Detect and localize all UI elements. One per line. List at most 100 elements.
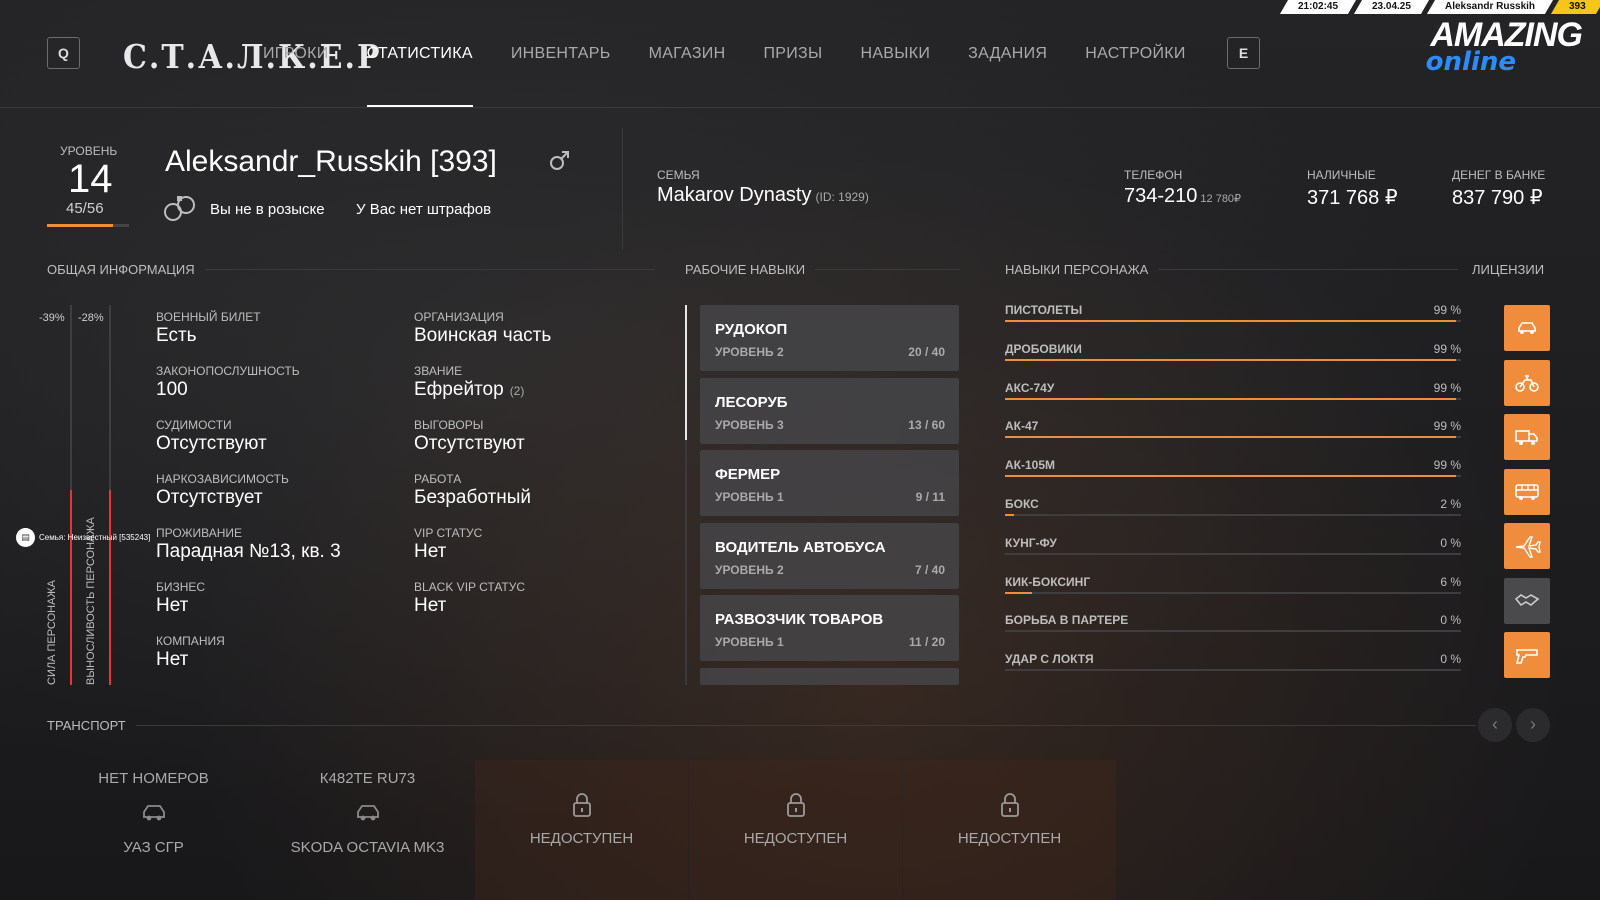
skill-progress-bar [1005, 514, 1461, 516]
nav-tab[interactable]: ПРИЗЫ [763, 45, 822, 63]
lock-icon [1000, 793, 1019, 817]
bank-stat: ДЕНЕГ В БАНКЕ 837 790 ₽ [1452, 168, 1546, 209]
fines-status: У Вас нет штрафов [356, 201, 492, 218]
nav-tab[interactable]: СТАТИСТИКА [366, 45, 474, 107]
transport-next-button[interactable]: › [1516, 708, 1550, 742]
user-id: 393 [1551, 0, 1600, 14]
character-skill: УДАР С ЛОКТЯ 0 % [1005, 652, 1461, 672]
character-skill: БОРЬБА В ПАРТЕРЕ 0 % [1005, 613, 1461, 633]
skill-name: ДРОБОВИКИ [1005, 341, 1082, 356]
work-skill-card[interactable]: РУДОКОП УРОВЕНЬ 2 20 / 40 [700, 305, 959, 371]
transport-slot-locked[interactable]: НЕДОСТУПЕН [903, 760, 1116, 900]
stamina-gauge [109, 305, 111, 685]
skill-progress-bar [1005, 630, 1461, 633]
skill-name: АК-105М [1005, 458, 1056, 473]
info-field: ЗВАНИЕ Ефрейтор (2) [414, 364, 524, 401]
nav-tab[interactable]: НАСТРОЙКИ [1085, 45, 1185, 63]
lock-icon [786, 793, 805, 817]
stamina-percent: -28% [78, 312, 104, 324]
work-skill-progress: 7 / 40 [914, 562, 945, 577]
skill-progress-fill [1005, 320, 1457, 322]
brand-logo: AMAZING online [1425, 16, 1583, 77]
work-skill-card[interactable] [700, 668, 959, 685]
character-skill: АК-105М 99 % [1005, 458, 1461, 478]
clock: 21:02:45 [1280, 0, 1357, 14]
nav-tab[interactable]: ИНВЕНТАРЬ [511, 45, 611, 63]
license-badge[interactable] [1504, 577, 1550, 624]
skill-progress-fill [1005, 436, 1457, 439]
info-label: РАБОТА [414, 472, 462, 486]
family-name: Makarov Dynasty (ID: 1929) [657, 184, 869, 206]
player-name: Aleksandr_Russkih [393] [165, 145, 497, 178]
info-value: Есть [156, 325, 197, 346]
work-skill-level: УРОВЕНЬ 2 [715, 562, 784, 577]
info-field: BLACK VIP СТАТУС Нет [414, 580, 525, 617]
skill-name: АК-47 [1005, 419, 1039, 434]
wanted-status: Вы не в розыске [210, 201, 325, 218]
nav-tab[interactable]: ИГРОКИ [263, 45, 329, 63]
status-strip: 21:02:45 23.04.25 Aleksandr Russkih 393 [1278, 0, 1600, 14]
work-skill-progress: 11 / 20 [908, 635, 945, 649]
work-skill-level: УРОВЕНЬ 1 [715, 635, 784, 649]
license-badge[interactable] [1504, 359, 1550, 406]
info-field: VIP СТАТУС Нет [414, 526, 482, 563]
work-skill-card[interactable]: ФЕРМЕР УРОВЕНЬ 1 9 / 11 [700, 450, 959, 516]
character-skill: АК-47 99 % [1005, 419, 1461, 439]
transport-slot[interactable]: К482ТЕ RU73 SKODA OCTAVIA MK3 [261, 760, 474, 900]
handshake-icon [1514, 593, 1540, 606]
transport-slot-locked[interactable]: НЕДОСТУПЕН [475, 760, 688, 900]
license-badge[interactable] [1504, 305, 1550, 351]
work-skill-name: РУДОКОП [715, 321, 788, 338]
strength-gauge-fill [70, 490, 72, 685]
skill-progress-bar [1005, 552, 1461, 555]
info-label: КОМПАНИЯ [156, 634, 225, 648]
skill-name: КУНГ-ФУ [1005, 535, 1057, 550]
info-label: ОРГАНИЗАЦИЯ [414, 310, 504, 324]
info-field: СУДИМОСТИ Отсутствуют [156, 418, 267, 455]
work-skills-scrollbar[interactable] [685, 305, 687, 440]
skill-progress-bar [1005, 591, 1461, 594]
work-skill-card[interactable]: РАЗВОЗЧИК ТОВАРОВ УРОВЕНЬ 1 11 / 20 [700, 595, 959, 661]
license-badge[interactable] [1504, 414, 1550, 460]
character-skill: ПИСТОЛЕТЫ 99 % [1005, 303, 1461, 322]
character-skill: ДРОБОВИКИ 99 % [1005, 342, 1461, 361]
next-tab-key[interactable]: E [1227, 37, 1260, 69]
info-label: VIP СТАТУС [414, 526, 483, 540]
strength-percent: -39% [39, 312, 65, 324]
work-skill-name: РАЗВОЗЧИК ТОВАРОВ [715, 611, 884, 628]
transport-prev-button[interactable]: ‹ [1478, 708, 1512, 742]
vehicle-plate: НЕТ НОМЕРОВ [98, 770, 209, 787]
transport-slot[interactable]: НЕТ НОМЕРОВ УАЗ СГР [47, 760, 260, 900]
header-divider [622, 128, 623, 250]
nav-tab[interactable]: МАГАЗИН [649, 45, 726, 63]
skill-progress-bar [1005, 669, 1461, 672]
skill-progress-bar [1005, 320, 1461, 322]
info-label: ВОЕННЫЙ БИЛЕТ [156, 310, 261, 324]
skill-name: АКС-74У [1005, 380, 1055, 395]
info-value: Нет [156, 595, 189, 616]
license-badge[interactable] [1504, 523, 1550, 569]
info-field: НАРКОЗАВИСИМОСТЬ Отсутствует [156, 472, 289, 509]
skill-progress-bar [1005, 397, 1461, 400]
work-skill-card[interactable]: ЛЕСОРУБ УРОВЕНЬ 3 13 / 60 [700, 377, 959, 444]
nav-tab[interactable]: ЗАДАНИЯ [968, 45, 1047, 63]
nav-tab[interactable]: НАВЫКИ [860, 45, 930, 63]
info-field: БИЗНЕС Нет [156, 580, 205, 617]
transport-slot-locked[interactable]: НЕДОСТУПЕН [689, 760, 902, 900]
handcuffs-icon [164, 196, 195, 221]
skill-percent: 2 % [1440, 497, 1461, 511]
vehicle-name: НЕДОСТУПЕН [957, 830, 1062, 847]
skill-progress-fill [1005, 514, 1015, 516]
info-label: ПРОЖИВАНИЕ [156, 526, 243, 540]
info-field: РАБОТА Безработный [414, 472, 531, 509]
work-skill-level: УРОВЕНЬ 2 [715, 345, 784, 359]
info-value: Нет [156, 649, 189, 670]
work-skill-card[interactable]: ВОДИТЕЛЬ АВТОБУСА УРОВЕНЬ 2 7 / 40 [700, 522, 959, 589]
prev-tab-key[interactable]: Q [47, 37, 80, 69]
username: Aleksandr Russkih [1427, 0, 1554, 14]
licenses-header: ЛИЦЕНЗИИ [1472, 262, 1545, 277]
license-badge[interactable] [1504, 468, 1550, 515]
level-progress-fill [47, 224, 113, 227]
license-badge[interactable] [1504, 632, 1550, 678]
skill-progress-bar [1005, 436, 1461, 439]
